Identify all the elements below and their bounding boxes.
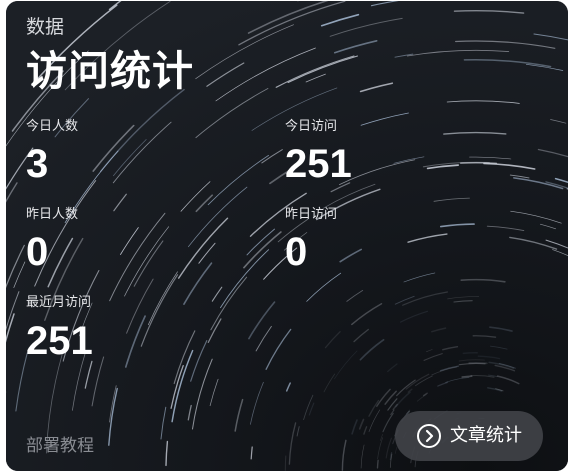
stat-value-yesterday-visits: 0: [285, 230, 308, 274]
stat-value-yesterday-visitors: 0: [26, 230, 49, 274]
stat-label-recent-month-visits: 最近月访问: [26, 295, 92, 310]
card-category: 数据: [26, 16, 65, 38]
deploy-tutorial-link[interactable]: 部署教程: [26, 435, 94, 457]
stat-label-yesterday-visitors: 昨日人数: [26, 207, 79, 222]
stats-card: 数据 访问统计 今日人数 3 今日访问 251 昨日人数 0 昨日访问 0 最近…: [6, 1, 568, 471]
article-stats-button[interactable]: 文章统计: [395, 411, 543, 461]
chevron-right-circle-icon: [417, 424, 441, 448]
stat-value-today-visits: 251: [285, 142, 352, 186]
stat-value-today-visitors: 3: [26, 142, 49, 186]
stat-value-recent-month-visits: 251: [26, 319, 93, 363]
stat-label-today-visits: 今日访问: [285, 119, 338, 134]
stat-label-yesterday-visits: 昨日访问: [285, 207, 338, 222]
article-stats-button-label: 文章统计: [450, 425, 522, 446]
card-title: 访问统计: [26, 47, 194, 95]
stat-label-today-visitors: 今日人数: [26, 119, 79, 134]
